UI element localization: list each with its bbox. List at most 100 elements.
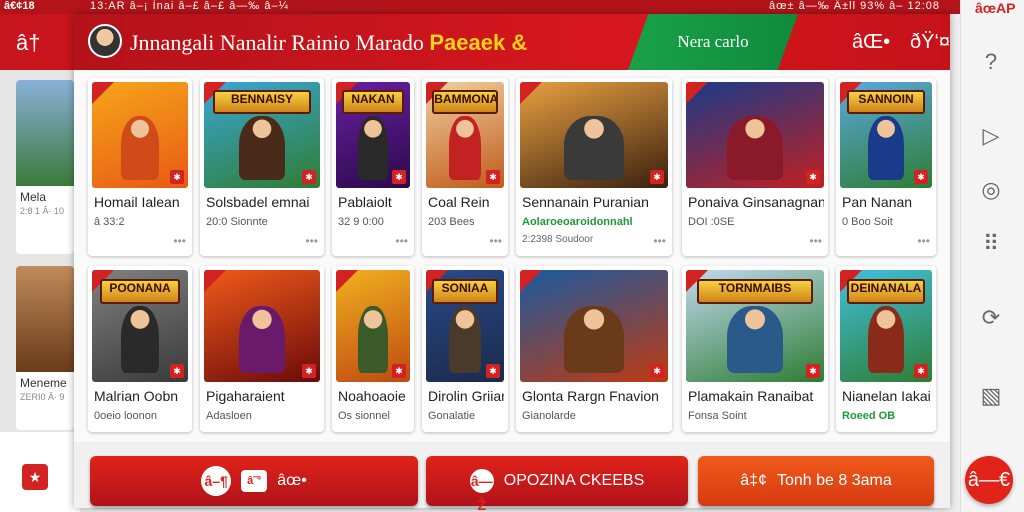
game-title: Plamakain Ranaibat — [688, 388, 814, 404]
game-thumbnail: POONANA ✱ — [92, 270, 188, 382]
more-options-icon[interactable]: ••• — [173, 234, 186, 248]
game-card[interactable]: ✱ Sennanain Puranian Aolaroeoaroidonnahl 2:… — [516, 78, 672, 256]
game-title: Ponaiva Ginsanagnan — [688, 194, 824, 210]
game-meta: 20:0 Sionnte — [206, 216, 268, 228]
play-icon[interactable]: ▷ — [977, 122, 1005, 150]
badge-icon: ✱ — [486, 170, 500, 184]
game-title: Sennanain Puranian — [522, 194, 649, 210]
page-title-accent: Paeaek & — [429, 30, 528, 55]
game-card[interactable]: POONANA ✱ Malrian Oobn 0oeio loonon ••• — [88, 266, 192, 432]
badge-icon: ✱ — [392, 170, 406, 184]
tag-icon[interactable]: ▧ — [977, 382, 1005, 410]
action-button-media[interactable]: â–¶ â˜° âœ• — [90, 456, 418, 506]
new-ribbon — [92, 82, 114, 104]
badge-icon: ✱ — [914, 170, 928, 184]
badge-icon: ✱ — [392, 364, 406, 378]
action-button-tonh[interactable]: â‡¢ Tonh be 8 3ama — [698, 456, 934, 506]
game-thumbnail: BAMMONA ✱ — [426, 82, 504, 188]
game-card[interactable]: ✱ Noahoaoie Os sionnel ••• — [332, 266, 414, 432]
game-character — [564, 115, 624, 180]
more-options-icon[interactable]: ••• — [489, 428, 502, 432]
more-options-icon[interactable]: ••• — [395, 428, 408, 432]
game-character — [238, 305, 286, 374]
status-middle: 13:AR â–¡ Ìnai â–£ â–£ â—‰ â–¼ — [90, 0, 289, 12]
game-card[interactable]: TORNMAIBS ✱ Plamakain Ranaibat Fonsa Soint •… — [682, 266, 828, 432]
game-meta: Aolaroeoaroidonnahl — [522, 216, 633, 228]
more-options-icon[interactable]: ••• — [809, 234, 822, 248]
game-card[interactable]: BAMMONA ✱ Coal Rein 203 Bees ••• — [422, 78, 508, 256]
game-card[interactable]: BENNAISY ✱ Solsbadel emnai 20:0 Sionnte ••• — [200, 78, 324, 256]
more-options-icon[interactable]: ••• — [917, 428, 930, 432]
game-logo-banner: BAMMONA — [432, 90, 498, 114]
game-card[interactable]: NAKAN ✱ Pablaiolt 32 9 0:00 ••• — [332, 78, 414, 256]
background-card[interactable]: Mela 2:8 1 Â· 10 — [16, 80, 74, 254]
more-options-icon[interactable]: ••• — [305, 234, 318, 248]
badge-icon: ✱ — [650, 170, 664, 184]
more-options-icon[interactable]: ••• — [305, 428, 318, 432]
page-title-text: Jnnangali Nanalir Rainio Marado — [130, 30, 424, 55]
game-card[interactable]: ✱ Ponaiva Ginsanagnan DOI :0SE ••• — [682, 78, 828, 256]
avatar[interactable] — [88, 24, 122, 58]
more-options-icon[interactable]: ••• — [917, 234, 930, 248]
game-character — [449, 115, 481, 180]
profile-icon[interactable]: ðŸ‘¤ — [910, 28, 950, 56]
game-logo-banner: TORNMAIBS — [697, 278, 813, 304]
tab-green-highlight[interactable]: Nera carlo — [628, 14, 798, 70]
game-logo-banner: POONANA — [99, 278, 181, 304]
game-card[interactable]: ✱ Homail Ialean â­ 33:2 ••• — [88, 78, 192, 256]
new-ribbon — [686, 82, 708, 104]
game-thumbnail: ✱ — [686, 82, 824, 188]
game-meta: 32 9 0:00 — [338, 216, 384, 228]
background-card-title: Meneme — [20, 376, 67, 390]
game-subtitle: 2:2398 Soudoor — [522, 234, 594, 245]
rail-top-label: âœAP — [975, 0, 1016, 16]
game-thumbnail: SANNOIN ✱ — [840, 82, 932, 188]
game-card[interactable]: SONIAA ✱ Dirolin Griian Gonalatie ••• — [422, 266, 508, 432]
fab-back-icon[interactable]: â—€ — [965, 456, 1013, 504]
badge-icon: ✱ — [806, 364, 820, 378]
background-card-thumbnail — [16, 266, 74, 372]
game-meta: 0oeio loonon — [94, 410, 158, 422]
game-card[interactable]: DEINANALA ✱ Nianelan Iakai Roeed OB ••• — [836, 266, 936, 432]
game-character — [727, 115, 783, 180]
more-options-icon[interactable]: ••• — [653, 428, 666, 432]
game-title: Pigaharaient — [206, 388, 285, 404]
action-button-opozina[interactable]: â—Ž OPOZINA CKEEBS — [426, 456, 688, 512]
back-arrow-icon[interactable]: â† — [16, 30, 40, 56]
game-card[interactable]: ✱ Glonta Rargn Fnavion Gianolarde ••• — [516, 266, 672, 432]
play-icon: â–¶ — [201, 466, 232, 496]
app-logo-icon[interactable]: ★ — [22, 464, 48, 490]
target-icon: â—Ž — [469, 469, 494, 512]
game-title: Pan Nanan — [842, 194, 913, 210]
close-icon: âœ• — [277, 472, 307, 489]
game-character — [120, 115, 160, 180]
game-card[interactable]: SANNOIN ✱ Pan Nanan 0 Boo Soit ••• — [836, 78, 936, 256]
grid-icon[interactable]: ⠿ — [977, 230, 1005, 258]
game-title: Dirolin Griian — [428, 388, 504, 404]
game-logo-banner: BENNAISY — [213, 90, 311, 114]
badge-icon: ✱ — [914, 364, 928, 378]
camera-icon[interactable]: ◎ — [977, 176, 1005, 204]
more-options-icon[interactable]: ••• — [809, 428, 822, 432]
more-options-icon[interactable]: ••• — [173, 428, 186, 432]
background-card[interactable]: Meneme ZERI0 Â· 9 — [16, 266, 74, 430]
refresh-icon[interactable]: ⟳ — [977, 304, 1005, 332]
game-character — [358, 115, 388, 180]
game-character — [120, 305, 160, 374]
game-logo-banner: DEINANALA — [847, 278, 925, 304]
game-meta: Gonalatie — [428, 410, 476, 422]
game-thumbnail: ✱ — [204, 270, 320, 382]
search-icon[interactable]: âŒ• — [852, 28, 890, 56]
more-options-icon[interactable]: ••• — [395, 234, 408, 248]
badge-icon: ✱ — [486, 364, 500, 378]
more-options-icon[interactable]: ••• — [489, 234, 502, 248]
game-meta: Adasloen — [206, 410, 252, 422]
game-title: Malrian Oobn — [94, 388, 179, 404]
game-card[interactable]: ✱ Pigaharaient Adasloen ••• — [200, 266, 324, 432]
badge-icon: ✱ — [302, 170, 316, 184]
help-icon[interactable]: ? — [977, 48, 1005, 76]
app-panel: Jnnangali Nanalir Rainio Marado Paeaek &… — [74, 14, 950, 512]
more-options-icon[interactable]: ••• — [653, 234, 666, 248]
game-title: Pablaiolt — [338, 194, 392, 210]
game-meta: Fonsa Soint — [688, 410, 747, 422]
